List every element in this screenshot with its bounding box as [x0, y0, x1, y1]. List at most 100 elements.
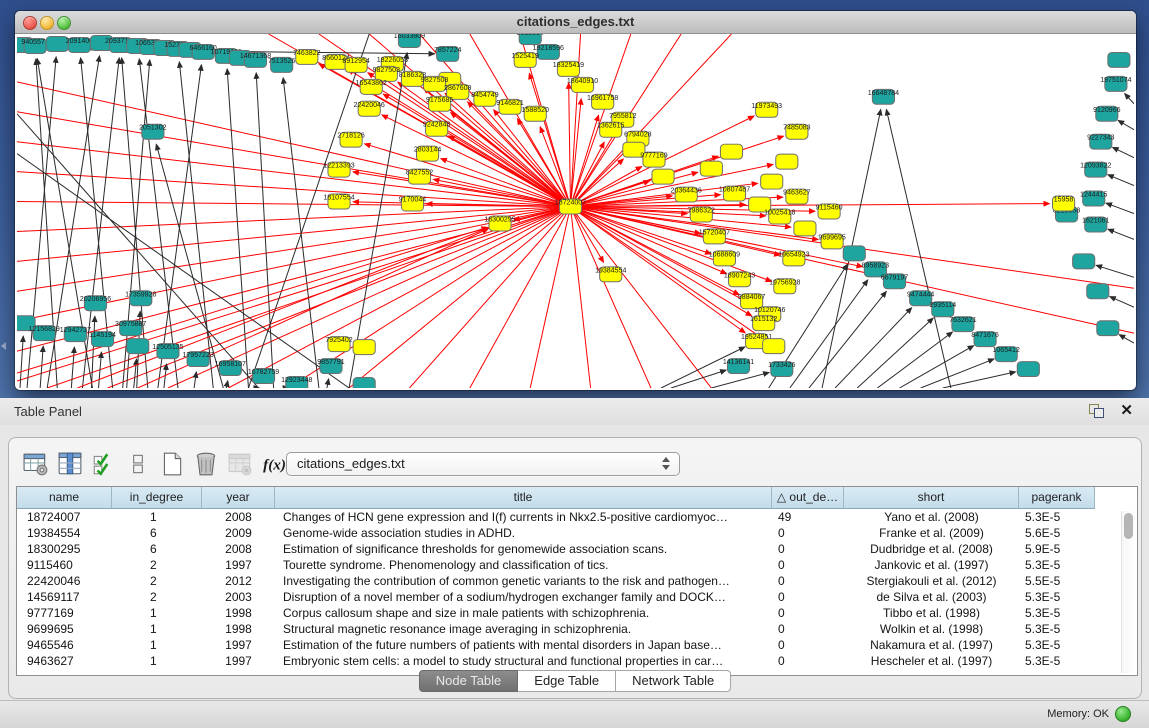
graph-node[interactable]: 30975887 [115, 321, 146, 336]
table-scrollbar-thumb[interactable] [1124, 513, 1133, 539]
graph-node[interactable]: 7986322 [688, 207, 715, 222]
table-row[interactable]: 969969511998Structural magnetic resonanc… [17, 621, 1137, 637]
graph-node[interactable]: 7632621 [949, 317, 976, 332]
graph-node[interactable]: 10025418 [764, 209, 795, 224]
table-cell[interactable]: Dudbridge et al. (2008) [844, 541, 1019, 557]
graph-node[interactable]: 9227343 [1087, 134, 1114, 149]
table-cell[interactable]: 5.5E-5 [1019, 573, 1095, 589]
graph-node[interactable]: 20206956 [80, 296, 111, 311]
table-cell[interactable]: 0 [772, 589, 844, 605]
graph-node[interactable]: 18107554 [323, 194, 354, 209]
graph-node[interactable]: 9115460 [816, 204, 843, 219]
graph-node[interactable]: 9120966 [1093, 106, 1120, 121]
table-cell[interactable]: 5.9E-5 [1019, 541, 1095, 557]
graph-node[interactable] [761, 174, 783, 189]
select-all-rows-button[interactable] [88, 449, 120, 477]
table-cell[interactable]: Wolkin et al. (1998) [844, 621, 1019, 637]
table-cell[interactable]: 1 [112, 509, 202, 525]
table-cell[interactable]: 1997 [202, 637, 275, 653]
graph-node[interactable]: 16543862 [356, 79, 387, 94]
graph-node[interactable]: 12942737 [60, 327, 91, 342]
table-cell[interactable]: Estimation of the future numbers of pati… [275, 637, 772, 653]
table-cell[interactable]: 6 [112, 525, 202, 541]
table-cell[interactable]: 0 [772, 541, 844, 557]
graph-node[interactable]: 19756928 [769, 279, 800, 294]
table-cell[interactable]: Structural magnetic resonance image aver… [275, 621, 772, 637]
graph-node[interactable]: 16648784 [868, 89, 899, 104]
graph-node[interactable]: 9170044 [399, 196, 426, 211]
graph-node[interactable] [1097, 321, 1119, 336]
table-settings-button[interactable] [20, 449, 52, 477]
table-cell[interactable]: 1 [112, 605, 202, 621]
graph-node[interactable]: 7485083 [783, 124, 810, 139]
graph-node[interactable]: 9175685 [426, 96, 453, 111]
table-row[interactable]: 1938455462009Genome-wide association stu… [17, 525, 1137, 541]
table-cell[interactable]: 9699695 [17, 621, 112, 637]
table-cell[interactable]: 5.3E-5 [1019, 589, 1095, 605]
table-cell[interactable]: 2008 [202, 541, 275, 557]
table-cell[interactable]: 0 [772, 637, 844, 653]
table-row[interactable]: 946362711997Embryonic stem cells: a mode… [17, 653, 1137, 669]
graph-node[interactable]: 10807487 [719, 186, 750, 201]
table-cell[interactable]: 1 [112, 621, 202, 637]
table-cell[interactable]: 5.3E-5 [1019, 557, 1095, 573]
table-cell[interactable]: 9463627 [17, 653, 112, 669]
table-cell[interactable]: Genome-wide association studies in ADHD. [275, 525, 772, 541]
graph-node[interactable]: 18907243 [724, 272, 755, 287]
graph-node[interactable]: 1065412 [993, 347, 1020, 362]
table-source-select[interactable]: citations_edges.txt [286, 452, 680, 476]
graph-node[interactable]: 17957223 [182, 352, 213, 367]
table-cell[interactable]: 2 [112, 573, 202, 589]
memory-status-indicator[interactable] [1115, 706, 1131, 722]
graph-node[interactable]: 2051302 [139, 124, 166, 139]
graph-node[interactable]: 7857224 [434, 46, 461, 61]
table-cell[interactable]: 6 [112, 541, 202, 557]
window-titlebar[interactable]: citations_edges.txt [15, 11, 1136, 34]
graph-node[interactable]: 8912954 [342, 57, 369, 72]
graph-node[interactable]: 8427552 [406, 169, 433, 184]
graph-node[interactable]: 15958 [1052, 196, 1074, 211]
graph-node[interactable]: 9242848 [423, 121, 450, 136]
column-header-year[interactable]: year [202, 487, 275, 509]
table-cell[interactable]: 5.3E-5 [1019, 621, 1095, 637]
table-cell[interactable]: Changes of HCN gene expression and I(f) … [275, 509, 772, 525]
graph-node[interactable] [127, 339, 149, 354]
table-cell[interactable]: 2012 [202, 573, 275, 589]
graph-node[interactable]: 12213393 [323, 162, 354, 177]
table-scrollbar[interactable] [1121, 511, 1135, 673]
graph-node[interactable] [353, 340, 375, 355]
graph-node[interactable]: 1615132 [750, 316, 777, 331]
table-row[interactable]: 1456911722003Disruption of a novel membe… [17, 589, 1137, 605]
graph-node[interactable]: 1362615 [597, 122, 624, 137]
table-cell[interactable]: 1997 [202, 557, 275, 573]
graph-node[interactable]: 2803144 [414, 146, 441, 161]
graph-node[interactable]: 8471676 [971, 332, 998, 347]
table-cell[interactable]: 1997 [202, 653, 275, 669]
graph-node[interactable]: 9777169 [640, 152, 667, 167]
table-cell[interactable]: 0 [772, 621, 844, 637]
table-row[interactable]: 946554611997Estimation of the future num… [17, 637, 1137, 653]
table-cell[interactable]: Estimation of significance thresholds fo… [275, 541, 772, 557]
graph-node[interactable]: 1525419 [511, 52, 538, 67]
table-cell[interactable]: Franke et al. (2009) [844, 525, 1019, 541]
table-cell[interactable]: 5.3E-5 [1019, 509, 1095, 525]
float-panel-button[interactable] [1089, 404, 1105, 418]
table-cell[interactable]: 5.6E-5 [1019, 525, 1095, 541]
table-cell[interactable]: 22420046 [17, 573, 112, 589]
graph-node[interactable]: 14671368 [240, 52, 271, 67]
graph-node[interactable]: 12923448 [281, 377, 312, 388]
graph-node[interactable] [763, 339, 785, 354]
graph-node[interactable]: 15720407 [699, 229, 730, 244]
table-cell[interactable]: Stergiakouli et al. (2012) [844, 573, 1019, 589]
table-cell[interactable]: 0 [772, 605, 844, 621]
graph-node[interactable] [776, 154, 798, 169]
graph-node[interactable] [720, 144, 742, 159]
table-cell[interactable]: 9115460 [17, 557, 112, 573]
table-cell[interactable]: 1 [112, 653, 202, 669]
column-header-short[interactable]: short [844, 487, 1019, 509]
graph-node[interactable]: 18325419 [553, 61, 584, 76]
graph-node[interactable]: 9699695 [818, 234, 845, 249]
graph-node[interactable] [1087, 284, 1109, 299]
tab-node-table[interactable]: Node Table [419, 670, 519, 692]
table-cell[interactable]: Nakamura et al. (1997) [844, 637, 1019, 653]
